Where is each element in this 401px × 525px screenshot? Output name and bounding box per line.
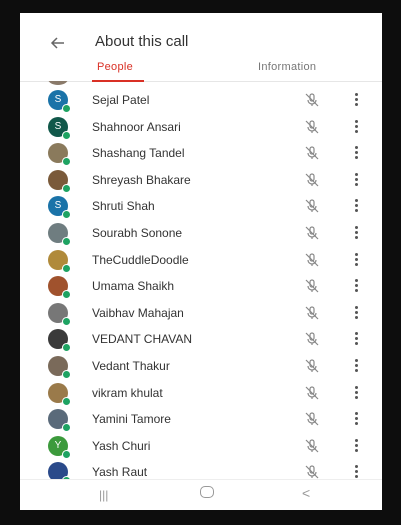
back-button[interactable] — [48, 33, 68, 53]
presence-dot — [62, 237, 71, 246]
mic-off-icon — [304, 119, 320, 135]
more-options-button[interactable] — [352, 279, 360, 293]
participant-row[interactable]: TheCuddleDoodle — [20, 247, 382, 274]
participant-row[interactable]: Sourabh Sonone — [20, 220, 382, 247]
participant-row[interactable]: S Shahnoor Ansari — [20, 114, 382, 141]
more-options-button[interactable] — [352, 226, 360, 240]
presence-dot — [62, 104, 71, 113]
more-options-button[interactable] — [352, 146, 360, 160]
presence-dot — [62, 210, 71, 220]
mic-off-icon — [304, 411, 320, 427]
more-options-button[interactable] — [352, 332, 360, 346]
home-button[interactable] — [200, 486, 214, 498]
presence-dot — [62, 449, 71, 459]
more-options-button[interactable] — [352, 252, 360, 267]
more-options-button[interactable] — [352, 438, 360, 453]
page-title: About this call — [95, 33, 189, 50]
participant-row[interactable]: Y Yash Churi — [20, 433, 382, 460]
mic-off-icon — [304, 225, 320, 241]
participant-name: Yamini Tamore — [92, 412, 171, 427]
mic-off-icon — [304, 145, 320, 161]
more-options-button[interactable] — [352, 359, 360, 373]
participant-name: Sejal Patel — [92, 93, 150, 107]
more-options-button[interactable] — [352, 199, 360, 213]
tab-people[interactable]: People — [97, 61, 133, 73]
mic-off-icon — [304, 92, 320, 108]
participant-row[interactable]: S Sejal Patel — [20, 87, 382, 114]
participant-name: Vedant Thakur — [92, 359, 170, 373]
participant-name: VEDANT CHAVAN — [92, 332, 193, 347]
mic-off-icon — [304, 305, 320, 321]
presence-dot — [62, 343, 71, 353]
recents-button[interactable]: ||| — [99, 488, 108, 502]
participant-name: Yash Raut — [92, 465, 148, 479]
participant-row[interactable]: Shashang Tandel — [20, 140, 382, 167]
more-options-button[interactable] — [352, 305, 360, 320]
participant-name: TheCuddleDoodle — [92, 252, 189, 267]
partial-avatar — [48, 81, 68, 85]
screenshot-frame: About this call People Information S Seja… — [0, 0, 401, 525]
mic-off-icon — [304, 198, 320, 214]
participant-row[interactable]: Yash Raut — [20, 459, 382, 479]
participant-row[interactable]: Vedant Thakur — [20, 353, 382, 380]
presence-dot — [62, 396, 71, 406]
more-options-button[interactable] — [352, 385, 360, 400]
arrow-left-icon — [50, 37, 64, 49]
more-options-button[interactable] — [352, 93, 360, 107]
more-options-button[interactable] — [352, 465, 360, 479]
participant-name: Yash Churi — [92, 438, 151, 453]
participant-row[interactable]: VEDANT CHAVAN — [20, 326, 382, 353]
participant-row[interactable]: Shreyash Bhakare — [20, 167, 382, 194]
participant-row[interactable]: S Shruti Shah — [20, 193, 382, 220]
participant-row[interactable]: Umama Shaikh — [20, 273, 382, 300]
participant-row[interactable]: vikram khulat — [20, 380, 382, 407]
participant-name: Shreyash Bhakare — [92, 172, 191, 187]
mic-off-icon — [304, 464, 320, 479]
more-options-button[interactable] — [352, 172, 360, 187]
participant-row[interactable]: Yamini Tamore — [20, 406, 382, 433]
mic-off-icon — [304, 385, 320, 401]
tab-bar: People Information — [20, 57, 382, 82]
mic-off-icon — [304, 252, 320, 268]
presence-dot — [62, 290, 71, 300]
phone-screen: About this call People Information S Seja… — [20, 13, 382, 510]
participant-name: Shashang Tandel — [92, 146, 185, 161]
tab-information[interactable]: Information — [258, 61, 316, 73]
participant-name: Umama Shaikh — [92, 279, 175, 294]
participant-name: vikram khulat — [92, 385, 163, 400]
mic-off-icon — [304, 172, 320, 188]
participant-row[interactable]: Vaibhav Mahajan — [20, 300, 382, 327]
presence-dot — [62, 130, 71, 140]
presence-dot — [62, 183, 71, 193]
more-options-button[interactable] — [352, 412, 360, 426]
mic-off-icon — [304, 278, 320, 294]
system-nav-bar: ||| < — [20, 479, 382, 510]
mic-off-icon — [304, 331, 320, 347]
presence-dot — [62, 370, 71, 379]
presence-dot — [62, 157, 71, 167]
participant-name: Sourabh Sonone — [92, 226, 183, 240]
participant-name: Shahnoor Ansari — [92, 119, 181, 134]
more-options-button[interactable] — [352, 119, 360, 134]
participant-list[interactable]: S Sejal Patel S Shahnoor Ansari Shashang Tan… — [20, 81, 382, 479]
presence-dot — [62, 316, 71, 326]
presence-dot — [62, 423, 71, 433]
participant-name: Shruti Shah — [92, 199, 155, 214]
participant-name: Vaibhav Mahajan — [92, 305, 184, 320]
system-back-button[interactable]: < — [302, 485, 310, 501]
mic-off-icon — [304, 438, 320, 454]
presence-dot — [62, 263, 71, 273]
mic-off-icon — [304, 358, 320, 374]
